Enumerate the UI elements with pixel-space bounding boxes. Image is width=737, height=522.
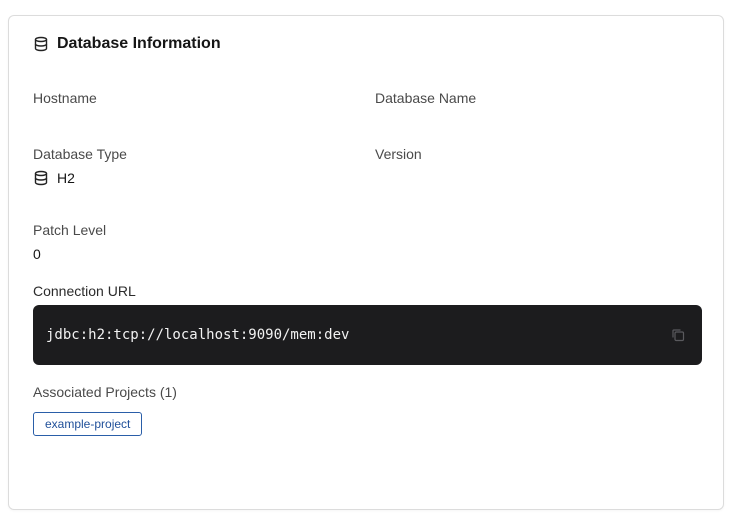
database-type-label: Database Type <box>33 146 127 162</box>
version-label: Version <box>375 146 422 162</box>
panel-header: Database Information <box>33 35 221 53</box>
panel-title: Database Information <box>57 35 221 52</box>
associated-projects-label: Associated Projects (1) <box>33 384 177 400</box>
patch-level-label: Patch Level <box>33 222 107 238</box>
database-icon <box>33 170 49 186</box>
project-chip[interactable]: example-project <box>33 412 143 436</box>
connection-url-text[interactable]: jdbc:h2:tcp://localhost:9090/mem:dev <box>46 327 349 343</box>
patch-level-value: 0 <box>33 246 41 262</box>
database-type-text: H2 <box>57 170 75 186</box>
database-name-label: Database Name <box>375 90 477 106</box>
database-type-value: H2 <box>33 170 75 186</box>
connection-url-box: jdbc:h2:tcp://localhost:9090/mem:dev <box>33 305 702 365</box>
copy-icon[interactable] <box>669 326 687 344</box>
database-information-card: Database Information Hostname Database N… <box>8 15 724 510</box>
database-icon <box>33 36 49 52</box>
connection-url-label: Connection URL <box>33 283 136 299</box>
hostname-label: Hostname <box>33 90 97 106</box>
